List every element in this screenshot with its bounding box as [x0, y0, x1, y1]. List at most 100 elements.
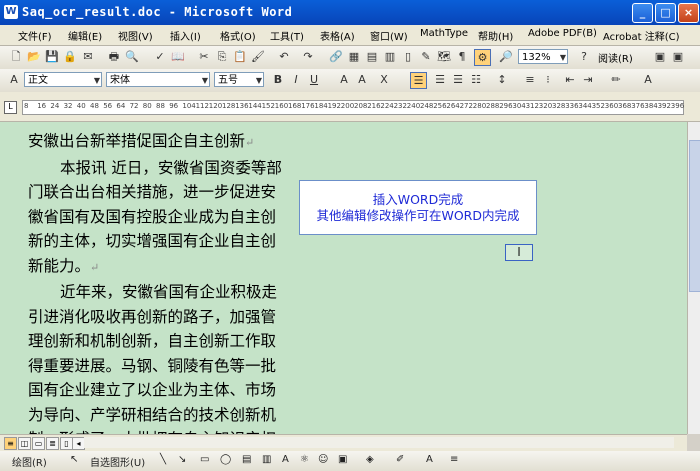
- align-left-icon[interactable]: ☰: [410, 72, 427, 89]
- insert-excel-icon[interactable]: ▥: [382, 49, 398, 65]
- font-color-icon[interactable]: A: [640, 72, 656, 88]
- char-border-icon[interactable]: A: [336, 72, 352, 88]
- clipart-icon[interactable]: ☺: [318, 454, 328, 465]
- draw-menu-button[interactable]: 绘图(R): [12, 454, 47, 469]
- maximize-button[interactable]: □: [655, 3, 676, 23]
- horizontal-scroll-track[interactable]: [84, 437, 674, 448]
- char-scale-icon[interactable]: X: [376, 72, 392, 88]
- oval-icon[interactable]: ◯: [220, 454, 231, 465]
- bold-icon[interactable]: B: [270, 72, 286, 88]
- menu-table[interactable]: 表格(A): [320, 28, 355, 43]
- rectangle-icon[interactable]: ▭: [200, 454, 209, 465]
- autoshapes-button[interactable]: 自选图形(U): [90, 454, 145, 469]
- arrow-icon[interactable]: ↘: [178, 454, 186, 465]
- format-painter-icon[interactable]: 🖌: [250, 49, 266, 65]
- char-shading-icon[interactable]: A: [354, 72, 370, 88]
- copy-icon[interactable]: ⎘: [214, 49, 230, 65]
- bullets-icon[interactable]: ⁝: [540, 72, 556, 88]
- redo-icon[interactable]: ↷: [300, 49, 316, 65]
- font-color-draw-icon[interactable]: A: [426, 454, 433, 465]
- print-icon[interactable]: 🖶: [106, 49, 122, 65]
- doc-paragraph[interactable]: 本报讯 近日，安徽省国资委等部门联合出台相关措施，进一步促进安徽省国有及国有控股…: [28, 156, 290, 281]
- highlight-icon[interactable]: ✏: [608, 72, 624, 88]
- horizontal-ruler[interactable]: L 8 16 24 32 40 48 56 64 72 80 88 96 104 112 120 128 136…: [0, 92, 700, 122]
- line-color-icon[interactable]: ✐: [396, 454, 404, 465]
- spelling-icon[interactable]: ✓: [152, 49, 168, 65]
- permission-icon[interactable]: 🔒: [62, 49, 78, 65]
- font-combo[interactable]: 宋体 ▼: [106, 72, 210, 87]
- drawing-toggle-icon[interactable]: ✎: [418, 49, 434, 65]
- columns-icon[interactable]: ▯: [400, 49, 416, 65]
- vertical-scroll-thumb[interactable]: [689, 140, 700, 292]
- document-text[interactable]: 安徽出台新举措促国企自主创新↵ 本报讯 近日，安徽省国资委等部门联合出台相关措施…: [28, 129, 290, 434]
- picture-icon[interactable]: ▣: [338, 454, 347, 465]
- email-icon[interactable]: ✉: [80, 49, 96, 65]
- outline-view-icon[interactable]: ≣: [46, 437, 59, 450]
- document-area[interactable]: 安徽出台新举措促国企自主创新↵ 本报讯 近日，安徽省国资委等部门联合出台相关措施…: [0, 122, 687, 434]
- document-map-icon[interactable]: 🗺: [436, 49, 452, 65]
- open-folder-icon[interactable]: 📂: [26, 49, 42, 65]
- acrobat-icon[interactable]: ▣: [670, 49, 686, 65]
- horizontal-scrollbar[interactable]: ≡ ◫ ▭ ≣ ▯ ◂: [0, 434, 687, 451]
- menu-edit[interactable]: 编辑(E): [68, 28, 102, 43]
- textbox-icon[interactable]: ▤: [242, 454, 251, 465]
- doc-paragraph[interactable]: 近年来，安徽省国有企业积极走引进消化吸收再创新的路子，加强管理创新和机制创新，自…: [28, 280, 290, 434]
- close-button[interactable]: ×: [678, 3, 699, 23]
- italic-icon[interactable]: I: [288, 72, 304, 88]
- vertical-scrollbar[interactable]: [687, 122, 700, 434]
- undo-icon[interactable]: ↶: [276, 49, 292, 65]
- adobe-pdf-icon[interactable]: ▣: [652, 49, 668, 65]
- align-right-icon[interactable]: ☰: [450, 72, 466, 88]
- wordart-icon[interactable]: A: [282, 454, 289, 465]
- read-button[interactable]: 阅读(R): [598, 50, 633, 65]
- doc-heading[interactable]: 安徽出台新举措促国企自主创新↵: [28, 129, 290, 156]
- help-icon[interactable]: ?: [576, 49, 592, 65]
- normal-view-icon[interactable]: ≡: [4, 437, 17, 450]
- distributed-icon[interactable]: ☷: [468, 72, 484, 88]
- styles-icon[interactable]: A: [6, 72, 22, 88]
- menu-tools[interactable]: 工具(T): [270, 28, 304, 43]
- new-document-icon[interactable]: 🗋: [8, 49, 24, 65]
- zoom-icon[interactable]: 🔎: [498, 49, 514, 65]
- ocr-plugin-icon[interactable]: ⚙: [474, 49, 491, 66]
- print-preview-icon[interactable]: 🔍: [124, 49, 140, 65]
- menu-window[interactable]: 窗口(W): [370, 28, 408, 43]
- hyperlink-icon[interactable]: 🔗: [328, 49, 344, 65]
- underline-icon[interactable]: U: [306, 72, 322, 88]
- show-hide-icon[interactable]: ¶: [454, 49, 470, 65]
- line-icon[interactable]: ╲: [160, 454, 166, 465]
- cut-icon[interactable]: ✂: [196, 49, 212, 65]
- fill-color-icon[interactable]: ◈: [366, 454, 374, 465]
- menu-file[interactable]: 文件(F): [18, 28, 52, 43]
- menu-adobe-pdf[interactable]: Adobe PDF(B): [528, 28, 597, 39]
- line-style-icon[interactable]: ≡: [450, 454, 458, 465]
- diagram-icon[interactable]: ⚛: [300, 454, 309, 465]
- word-app-icon[interactable]: W: [4, 5, 18, 19]
- tables-borders-icon[interactable]: ▦: [346, 49, 362, 65]
- style-combo[interactable]: 正文 ▼: [24, 72, 102, 87]
- vertical-textbox-icon[interactable]: ▥: [262, 454, 271, 465]
- decrease-indent-icon[interactable]: ⇤: [562, 72, 578, 88]
- save-icon[interactable]: 💾: [44, 49, 60, 65]
- font-size-combo[interactable]: 五号 ▼: [214, 72, 264, 87]
- tab-selector-icon[interactable]: L: [4, 101, 17, 114]
- print-view-icon[interactable]: ▭: [32, 437, 45, 450]
- minimize-button[interactable]: _: [632, 3, 653, 23]
- menu-view[interactable]: 视图(V): [118, 28, 153, 43]
- align-center-icon[interactable]: ☰: [432, 72, 448, 88]
- paste-icon[interactable]: 📋: [232, 49, 248, 65]
- menu-help[interactable]: 帮助(H): [478, 28, 513, 43]
- increase-indent-icon[interactable]: ⇥: [580, 72, 596, 88]
- web-view-icon[interactable]: ◫: [18, 437, 31, 450]
- select-objects-icon[interactable]: ↖: [70, 454, 78, 465]
- research-icon[interactable]: 📖: [170, 49, 186, 65]
- menu-mathtype[interactable]: MathType: [420, 28, 468, 39]
- ruler-tick: 264: [446, 102, 460, 110]
- line-spacing-icon[interactable]: ↕: [494, 72, 510, 88]
- menu-acrobat-comments[interactable]: Acrobat 注释(C): [603, 28, 680, 43]
- insert-table-icon[interactable]: ▤: [364, 49, 380, 65]
- menu-insert[interactable]: 插入(I): [170, 28, 201, 43]
- menu-format[interactable]: 格式(O): [220, 28, 256, 43]
- zoom-combo[interactable]: 132% ▼: [518, 49, 568, 64]
- numbering-icon[interactable]: ≡: [522, 72, 538, 88]
